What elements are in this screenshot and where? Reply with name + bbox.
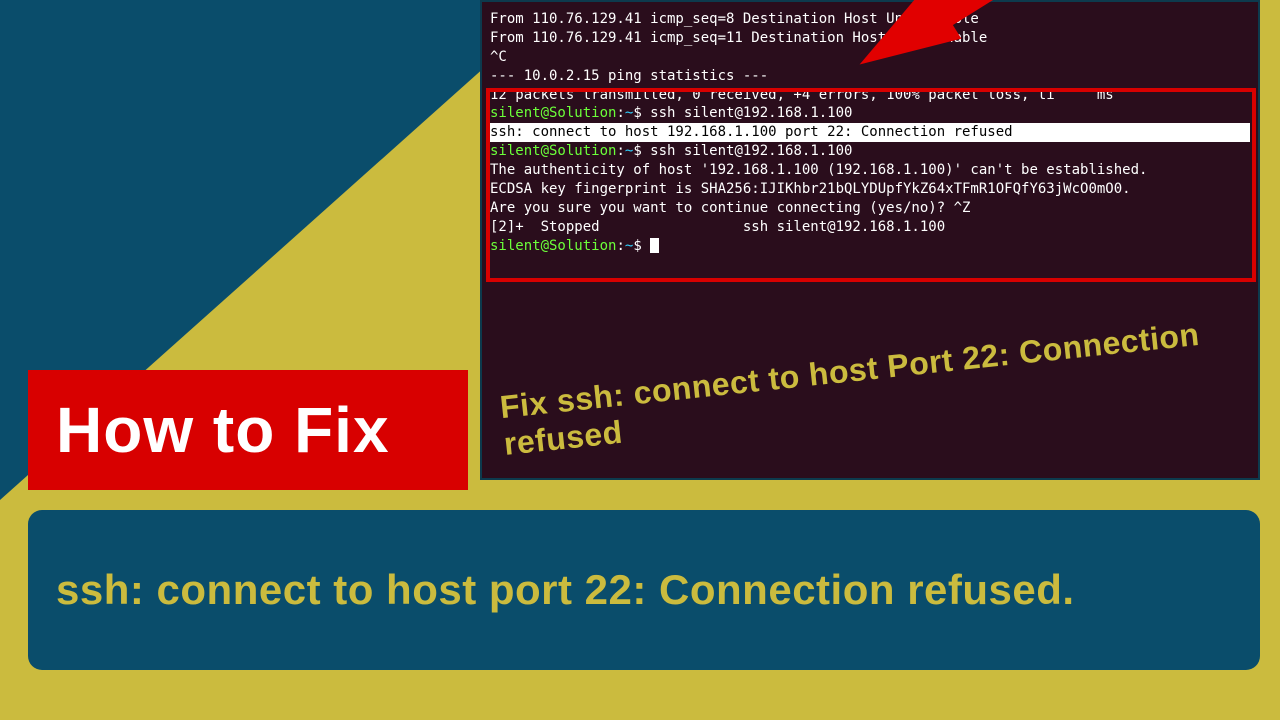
howto-badge: How to Fix <box>28 370 468 490</box>
howto-label: How to Fix <box>56 393 390 467</box>
terminal-line: ssh: connect to host 192.168.1.100 port … <box>490 123 1250 142</box>
terminal-line: The authenticity of host '192.168.1.100 … <box>490 161 1250 180</box>
terminal-line: silent@Solution:~$ ssh silent@192.168.1.… <box>490 142 1250 161</box>
terminal-line: [2]+ Stopped ssh silent@192.168.1.100 <box>490 218 1250 237</box>
terminal-line: silent@Solution:~$ <box>490 237 1250 256</box>
terminal-line: ECDSA key fingerprint is SHA256:IJIKhbr2… <box>490 180 1250 199</box>
subtitle-text: ssh: connect to host port 22: Connection… <box>56 566 1075 614</box>
subtitle-bar: ssh: connect to host port 22: Connection… <box>28 510 1260 670</box>
terminal-line: silent@Solution:~$ ssh silent@192.168.1.… <box>490 104 1250 123</box>
terminal-line: 12 packets transmitted, 0 received, +4 e… <box>490 86 1250 105</box>
terminal-line: Are you sure you want to continue connec… <box>490 199 1250 218</box>
terminal-cursor <box>650 238 659 253</box>
